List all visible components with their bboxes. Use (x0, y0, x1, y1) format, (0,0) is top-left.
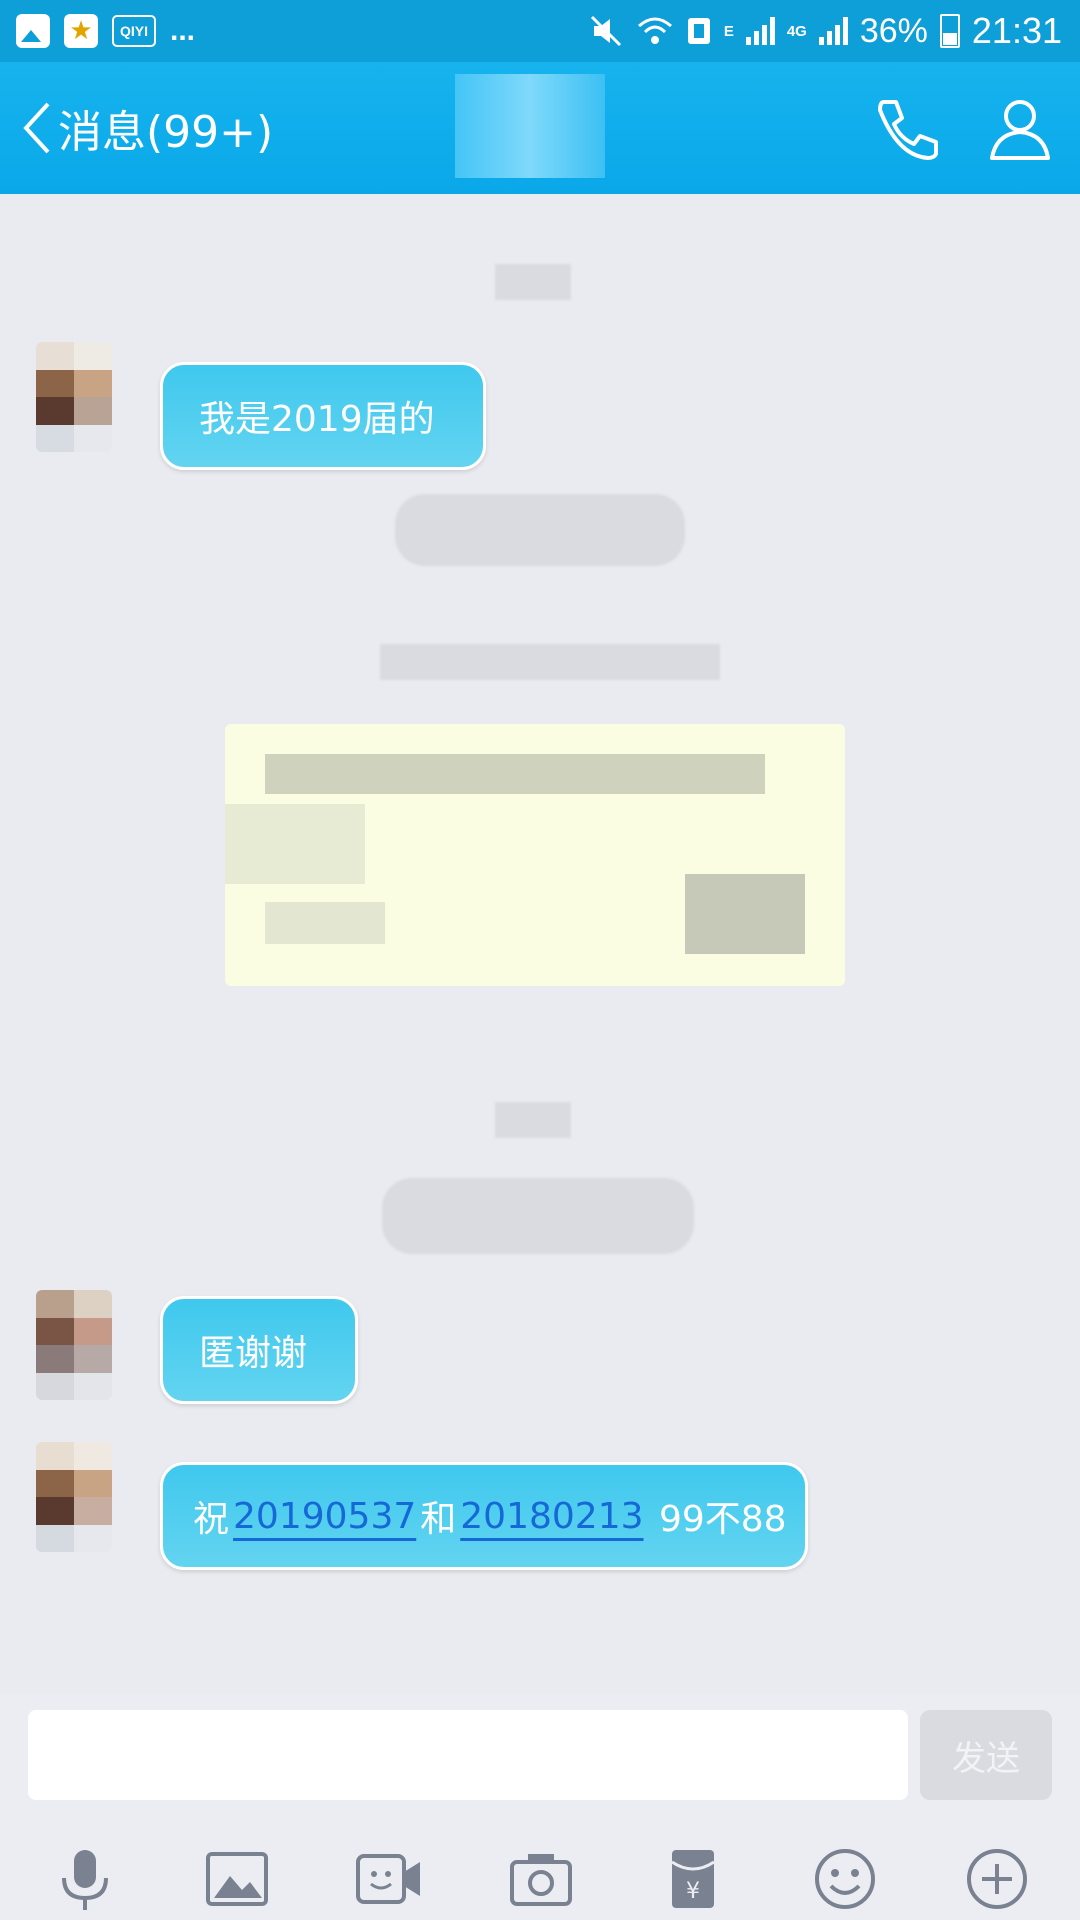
video-chat-icon (356, 1854, 420, 1904)
voice-call-button[interactable] (870, 92, 942, 164)
qiyi-notification-icon: QIYI (112, 15, 156, 47)
redacted-card (225, 724, 845, 986)
redacted-card-block (225, 804, 365, 884)
message-text: 我是2019届的 (199, 399, 435, 440)
message-bubble[interactable]: 匿谢谢 (160, 1296, 358, 1404)
send-image-button[interactable] (202, 1844, 272, 1914)
contact-name-redacted (455, 74, 605, 178)
signal-strength-icon-1 (745, 17, 775, 45)
sender-avatar[interactable] (36, 1290, 112, 1400)
number-link[interactable]: 20180213 (460, 1496, 643, 1537)
battery-percent: 36% (859, 11, 928, 50)
message-text: 匿谢谢 (199, 1333, 308, 1374)
chat-header: 消息(99+) (0, 62, 1080, 194)
wifi-icon (637, 17, 672, 44)
sender-avatar[interactable] (36, 342, 112, 452)
chevron-left-icon (23, 102, 50, 154)
message-list[interactable]: 我是2019届的 匿谢谢 祝 20190537 和 20180213 99不88 (0, 194, 1080, 1694)
person-icon (990, 100, 1050, 160)
emoji-button[interactable] (810, 1844, 880, 1914)
timestamp-redacted (495, 1102, 571, 1138)
battery-icon (939, 14, 960, 48)
status-bar: ★ QIYI ... E 4G 36% 21:31 (0, 0, 1080, 62)
nfc-icon (687, 18, 710, 44)
signal-strength-icon-2 (818, 17, 848, 45)
svg-text:¥: ¥ (686, 1879, 700, 1904)
more-options-button[interactable] (962, 1844, 1032, 1914)
mute-icon (590, 15, 621, 47)
back-button[interactable]: 消息(99+) (20, 90, 273, 166)
phone-icon (878, 100, 938, 160)
more-notifications-indicator: ... (170, 14, 196, 47)
image-icon (206, 1852, 268, 1906)
message-bubble[interactable]: 祝 20190537 和 20180213 99不88 (160, 1462, 808, 1570)
star-app-notification-icon: ★ (64, 14, 98, 48)
redacted-card-block (685, 874, 805, 954)
message-bubble[interactable]: 我是2019届的 (160, 362, 486, 470)
red-packet-button[interactable]: ¥ (658, 1844, 728, 1914)
redacted-card-line (265, 902, 385, 944)
video-chat-button[interactable] (354, 1844, 424, 1914)
message-input[interactable] (28, 1710, 908, 1800)
input-bar: 发送 ¥ (0, 1694, 1080, 1920)
camera-button[interactable] (506, 1844, 576, 1914)
redacted-message (395, 494, 685, 566)
red-packet-icon: ¥ (671, 1850, 715, 1908)
input-toolbar: ¥ (0, 1844, 1080, 1914)
message-text-prefix: 祝 (193, 1499, 230, 1540)
redacted-message (382, 1178, 694, 1254)
sender-avatar[interactable] (36, 1442, 112, 1552)
message-text-middle: 和 (420, 1499, 457, 1540)
camera-icon (510, 1854, 572, 1906)
emoji-icon (815, 1849, 875, 1909)
redacted-card-line (265, 754, 765, 794)
network-type-e: E (723, 22, 734, 40)
timestamp-redacted (495, 264, 571, 300)
message-text-suffix: 99不88 (647, 1499, 787, 1540)
gallery-notification-icon (16, 14, 50, 48)
plus-icon (967, 1849, 1027, 1909)
redacted-system-notice (380, 644, 720, 680)
number-link[interactable]: 20190537 (233, 1496, 416, 1537)
network-type-4g: 4G (786, 22, 807, 40)
mic-icon (62, 1850, 108, 1910)
send-button[interactable]: 发送 (920, 1710, 1052, 1800)
contact-profile-button[interactable] (984, 92, 1056, 164)
voice-input-button[interactable] (50, 1844, 120, 1914)
back-label: 消息(99+) (58, 107, 274, 158)
clock: 21:31 (971, 10, 1062, 51)
